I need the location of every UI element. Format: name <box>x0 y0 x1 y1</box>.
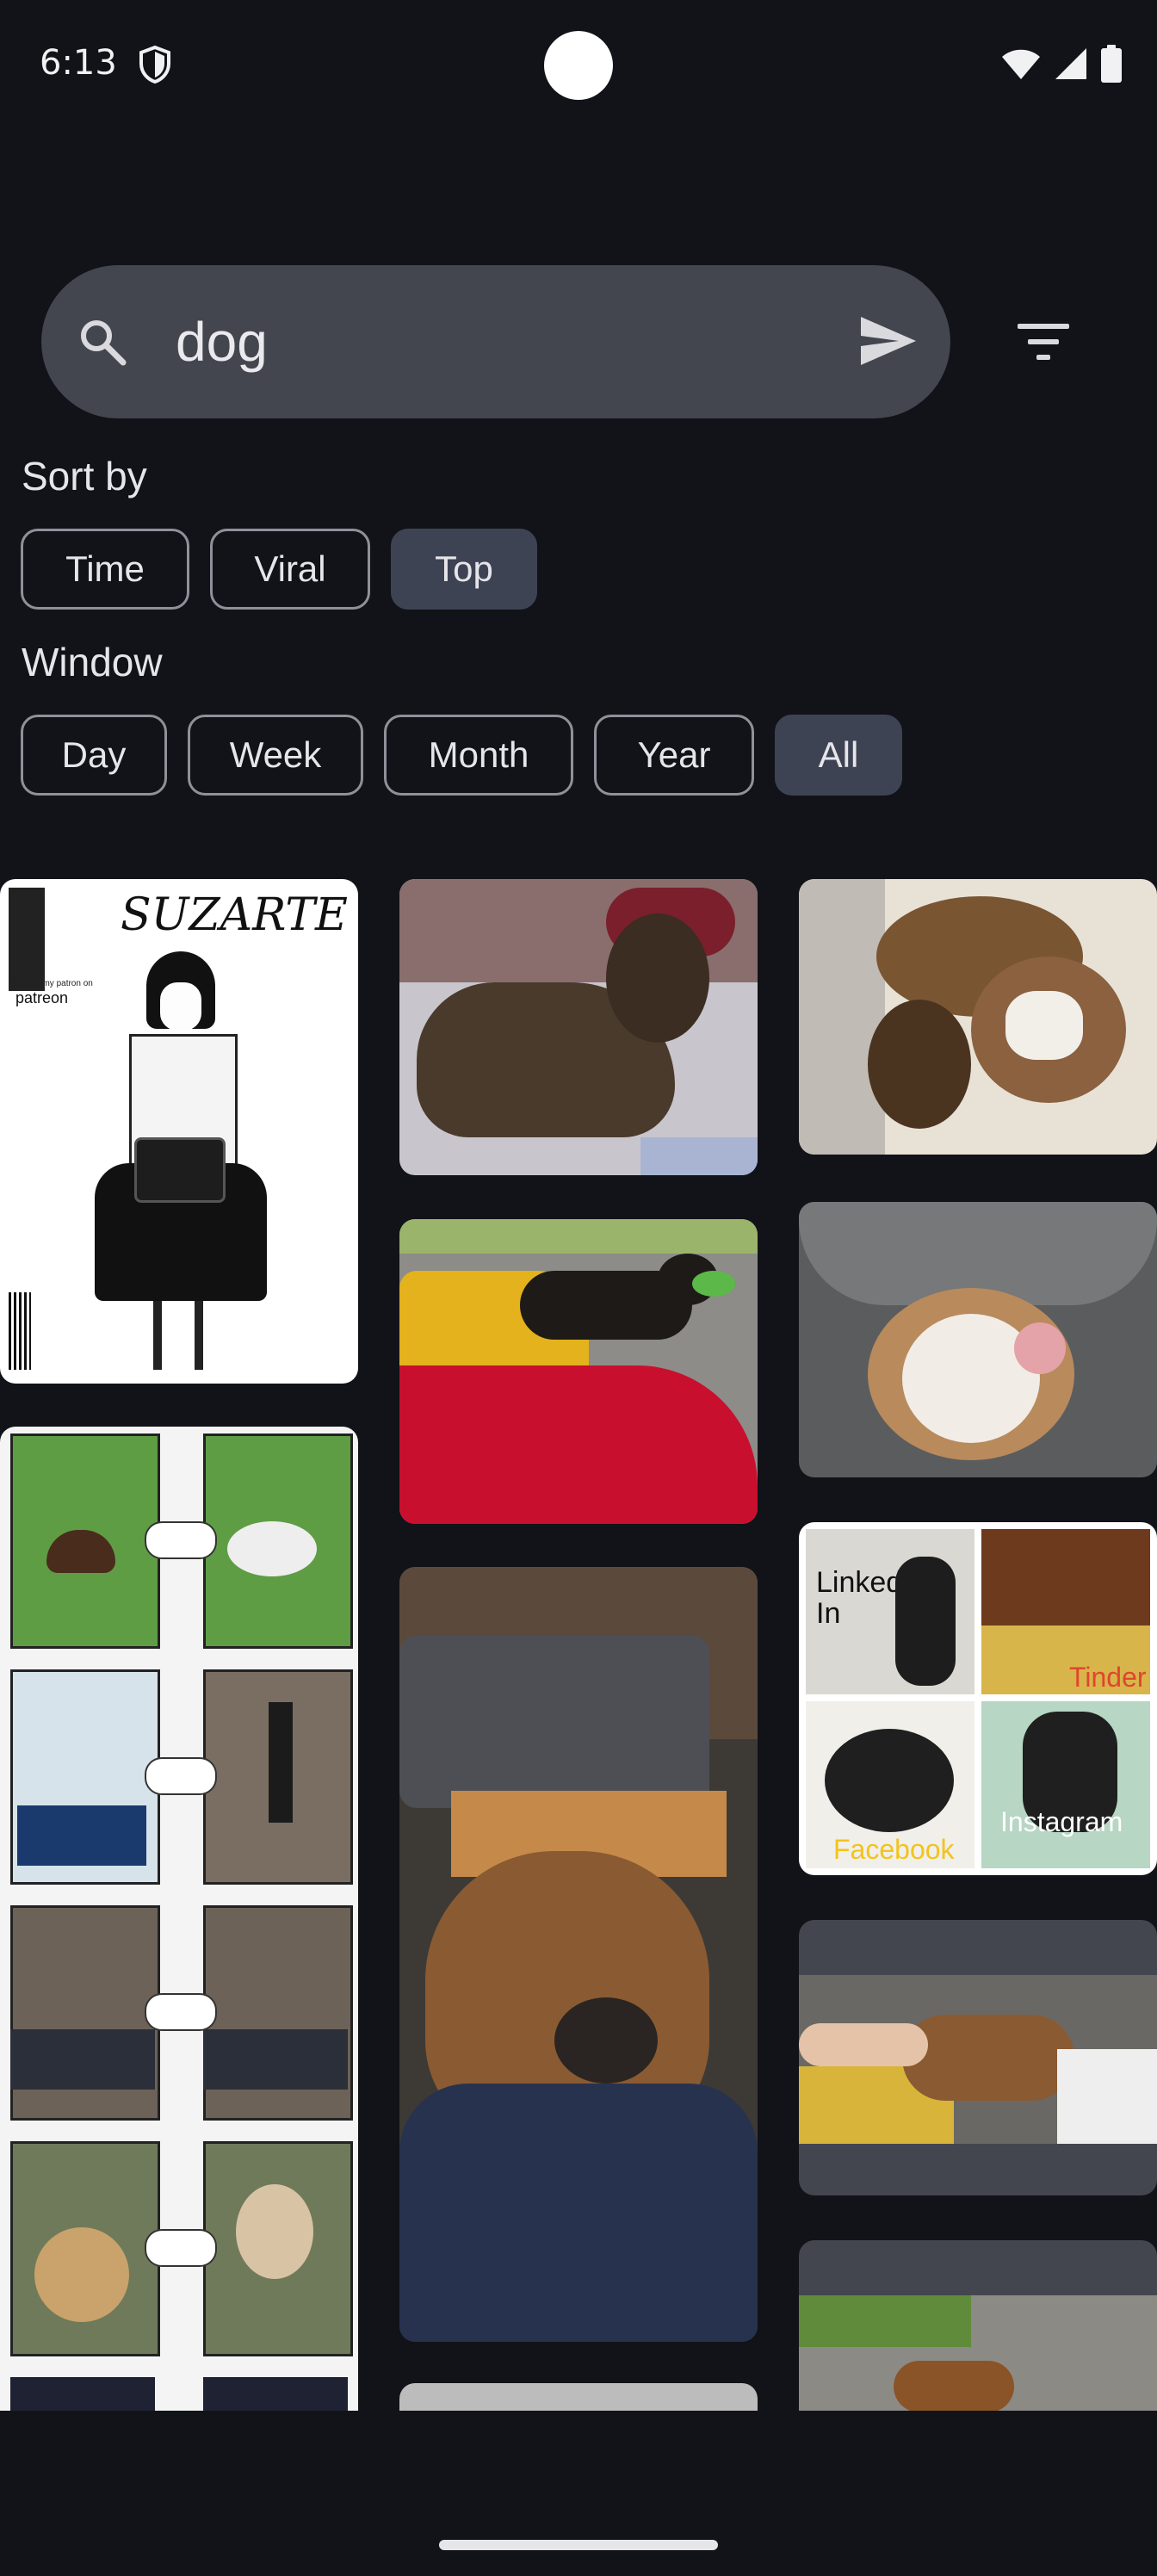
status-icons <box>1000 45 1123 83</box>
status-bar: 6:13 <box>0 0 1157 129</box>
status-time: 6:13 <box>40 43 117 83</box>
search-icon[interactable] <box>76 315 129 368</box>
grid-tile-dog-yard[interactable] <box>799 2240 1157 2411</box>
chip-sort-viral[interactable]: Viral <box>210 529 370 610</box>
shield-icon <box>139 45 170 84</box>
search-input[interactable] <box>176 303 847 381</box>
collage-label-tinder: Tinder <box>1069 1662 1147 1693</box>
grid-tile-doberman[interactable] <box>399 1219 758 1524</box>
tile-caption: SUZARTE <box>121 889 349 941</box>
collage-label-instagram: Instagram <box>1000 1806 1123 1837</box>
battery-icon <box>1101 45 1122 83</box>
collage-label-linkedin: Linked In <box>816 1566 903 1630</box>
send-icon[interactable] <box>857 310 919 372</box>
chip-window-day[interactable]: Day <box>21 715 167 796</box>
grid-tile-bulldog-car[interactable] <box>799 1202 1157 1477</box>
chip-sort-top[interactable]: Top <box>391 529 537 610</box>
image-grid: SUZARTE Become my patron on patreon Link… <box>0 878 1157 2411</box>
grid-tile-dog-under-chair[interactable] <box>399 1567 758 2342</box>
grid-tile-comic-cover[interactable]: SUZARTE Become my patron on patreon <box>0 879 358 1384</box>
chip-window-month[interactable]: Month <box>384 715 573 796</box>
sort-chips: Time Viral Top <box>21 529 537 610</box>
chip-window-year[interactable]: Year <box>594 715 754 796</box>
signal-icon <box>1055 48 1086 79</box>
grid-tile-partial[interactable] <box>399 2383 758 2411</box>
grid-tile-brindle-dog[interactable] <box>399 879 758 1175</box>
grid-tile-bulldogs[interactable] <box>799 879 1157 1155</box>
camera-cutout <box>544 31 613 100</box>
app-screen: 6:13 dog Sort by Time Viral Top Window D… <box>0 0 1157 2576</box>
window-label: Window <box>22 640 163 684</box>
chip-window-week[interactable]: Week <box>188 715 363 796</box>
grid-tile-dog-couch[interactable] <box>799 1920 1157 2195</box>
grid-tile-social-collage[interactable]: Linked In Tinder Facebook Instagram <box>799 1522 1157 1875</box>
chip-window-all[interactable]: All <box>775 715 902 796</box>
chip-sort-time[interactable]: Time <box>21 529 189 610</box>
navigation-bar <box>0 2411 1157 2576</box>
grid-tile-comic-strip[interactable] <box>0 1427 358 2411</box>
patreon-logo-text: patreon <box>15 989 69 1006</box>
home-indicator[interactable] <box>439 2540 718 2550</box>
window-chips: Day Week Month Year All <box>21 715 902 796</box>
patreon-text: Become my patron on <box>9 979 93 988</box>
wifi-icon <box>1002 49 1040 79</box>
filter-icon[interactable] <box>1016 320 1071 363</box>
sort-by-label: Sort by <box>22 454 147 498</box>
collage-label-facebook: Facebook <box>833 1834 955 1865</box>
search-bar[interactable] <box>41 265 950 418</box>
